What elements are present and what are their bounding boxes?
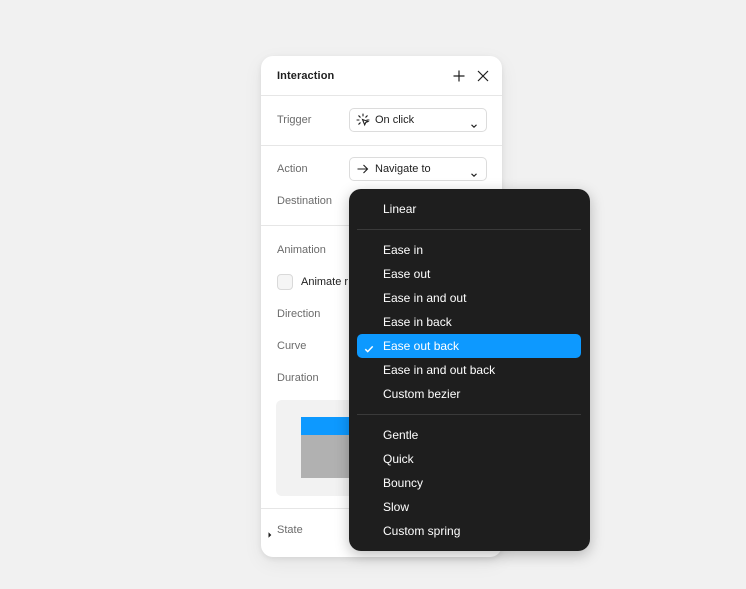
menu-item-label: Custom spring (383, 524, 461, 538)
menu-item-ease-in-back[interactable]: Ease in back (357, 310, 581, 334)
direction-label: Direction (277, 308, 321, 320)
destination-label: Destination (277, 195, 333, 207)
action-label: Action (277, 163, 308, 175)
menu-item-label: Slow (383, 500, 410, 514)
trigger-value: On click (375, 114, 415, 126)
menu-item-label: Ease in and out (383, 291, 467, 305)
arrow-right-icon (356, 162, 370, 176)
menu-separator (357, 229, 581, 230)
menu-item-ease-in-and-out-back[interactable]: Ease in and out back (357, 358, 581, 382)
chevron-right-icon (266, 526, 274, 538)
menu-item-ease-out-back[interactable]: Ease out back (357, 334, 581, 358)
menu-item-label: Gentle (383, 428, 419, 442)
panel-header: Interaction (261, 56, 502, 96)
menu-item-label: Ease out (383, 267, 431, 281)
action-value: Navigate to (375, 163, 431, 175)
action-select[interactable]: Navigate to (349, 157, 487, 181)
menu-item-label: Custom bezier (383, 387, 461, 401)
menu-item-label: Ease in (383, 243, 424, 257)
chevron-down-icon (470, 117, 478, 128)
panel-title: Interaction (277, 70, 335, 82)
menu-item-label: Ease in back (383, 315, 452, 329)
curve-dropdown-menu: Linear Ease in Ease out Ease in and out … (349, 189, 590, 551)
duration-label: Duration (277, 372, 319, 384)
menu-item-gentle[interactable]: Gentle (357, 423, 581, 447)
click-icon (356, 113, 370, 127)
menu-item-label: Bouncy (383, 476, 424, 490)
close-icon[interactable] (475, 68, 491, 84)
animation-label: Animation (277, 244, 326, 256)
menu-item-ease-out[interactable]: Ease out (357, 262, 581, 286)
menu-item-slow[interactable]: Slow (357, 495, 581, 519)
menu-item-label: Quick (383, 452, 414, 466)
menu-separator (357, 414, 581, 415)
trigger-label: Trigger (277, 114, 312, 126)
state-label: State (277, 524, 303, 536)
menu-item-bouncy[interactable]: Bouncy (357, 471, 581, 495)
add-icon[interactable] (451, 68, 467, 84)
menu-item-label: Ease out back (383, 339, 460, 353)
menu-item-linear[interactable]: Linear (357, 197, 581, 221)
menu-item-ease-in-and-out[interactable]: Ease in and out (357, 286, 581, 310)
divider (261, 145, 502, 146)
curve-label: Curve (277, 340, 307, 352)
trigger-select[interactable]: On click (349, 108, 487, 132)
animate-checkbox-label: Animate r (301, 276, 349, 288)
menu-item-custom-spring[interactable]: Custom spring (357, 519, 581, 543)
menu-item-custom-bezier[interactable]: Custom bezier (357, 382, 581, 406)
chevron-down-icon (470, 166, 478, 177)
menu-item-label: Linear (383, 202, 417, 216)
checkmark-icon (364, 341, 374, 353)
menu-item-label: Ease in and out back (383, 363, 496, 377)
animate-checkbox[interactable] (277, 274, 293, 290)
menu-item-ease-in[interactable]: Ease in (357, 238, 581, 262)
menu-item-quick[interactable]: Quick (357, 447, 581, 471)
